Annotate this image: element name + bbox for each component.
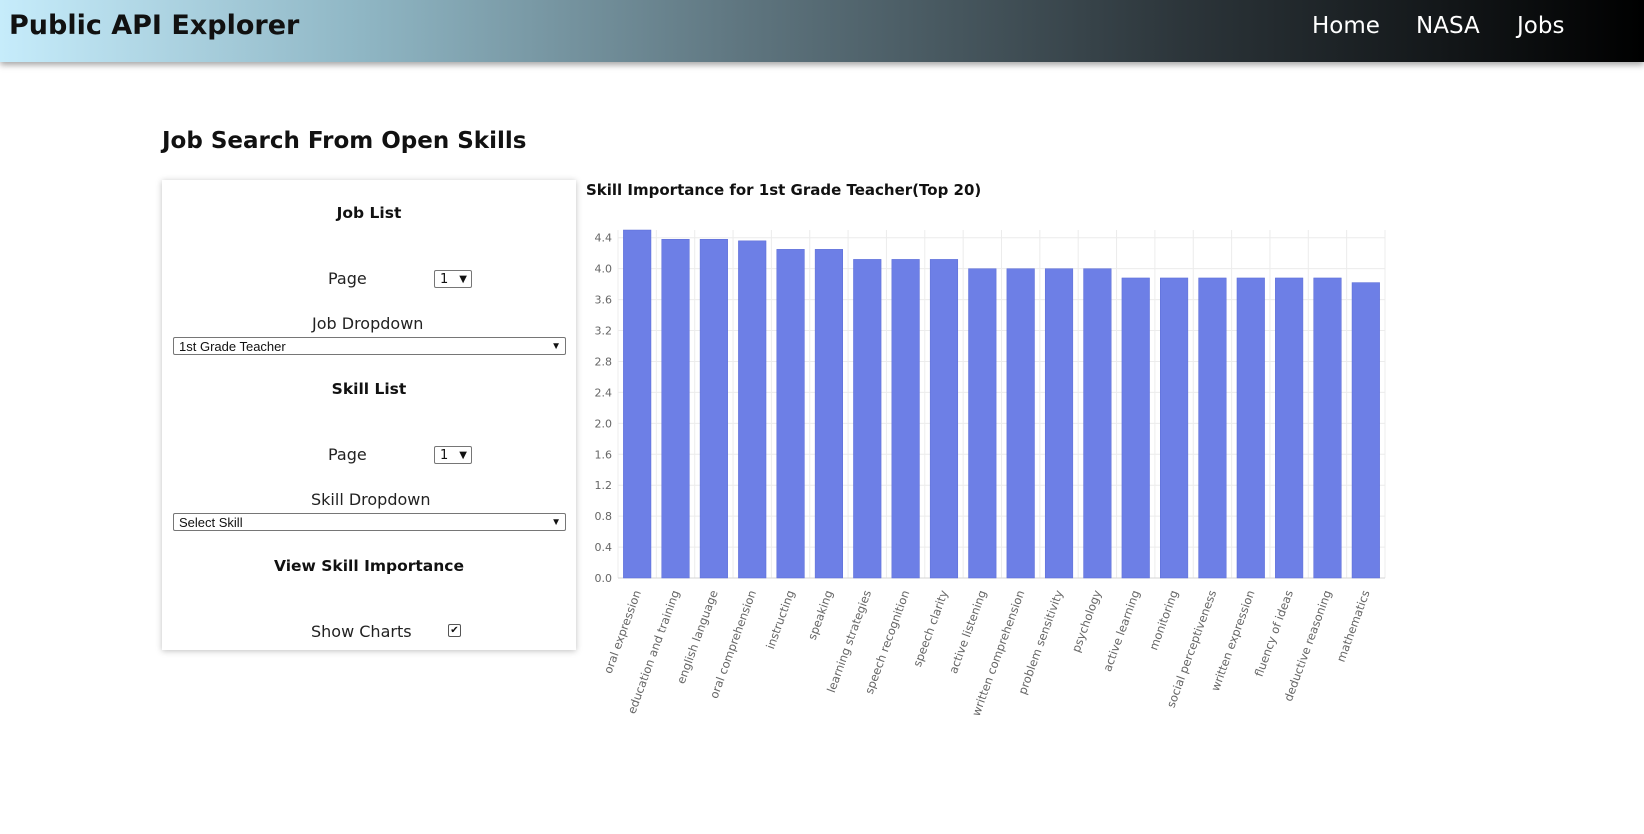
x-tick-label: mathematics <box>1334 588 1373 664</box>
job-list-title: Job List <box>336 204 402 222</box>
bar-6 <box>814 249 843 579</box>
x-tick-label: monitoring <box>1146 588 1181 652</box>
bar-8 <box>891 259 920 579</box>
y-tick-label: 3.2 <box>595 325 613 338</box>
bar-16 <box>1198 277 1227 579</box>
page-title: Job Search From Open Skills <box>162 128 527 154</box>
chevron-down-icon: ▼ <box>459 450 467 461</box>
x-tick-label: written expression <box>1208 588 1258 693</box>
y-tick-label: 1.6 <box>595 448 613 461</box>
y-tick-label: 2.4 <box>595 386 613 399</box>
bar-1 <box>623 229 652 579</box>
x-tick-label: speech clarity <box>910 588 951 669</box>
x-tick-label: english language <box>674 588 721 685</box>
skill-page-value: 1 <box>440 448 449 463</box>
skill-page-label: Page <box>328 445 367 464</box>
bar-14 <box>1121 277 1150 579</box>
x-tick-label: psychology <box>1069 588 1104 654</box>
nav-link-home[interactable]: Home <box>1312 13 1380 39</box>
bar-5 <box>776 249 805 579</box>
skill-importance-bar-chart: 0.0 0.4 0.8 1.2 1.6 2.0 2.4 2.8 3.2 3.6 4.0 4.4 oral… <box>595 229 1386 718</box>
chevron-down-icon: ▼ <box>459 274 467 285</box>
x-tick-label: instructing <box>763 588 797 651</box>
bar-7 <box>853 259 882 579</box>
skill-dropdown-value: Select Skill <box>179 515 243 530</box>
check-icon: ✔ <box>450 625 459 636</box>
bar-15 <box>1160 277 1189 579</box>
skill-dropdown-label: Skill Dropdown <box>311 490 431 509</box>
y-tick-label: 0.4 <box>595 541 613 554</box>
skill-list-title: Skill List <box>331 380 407 398</box>
job-page-value: 1 <box>440 272 449 287</box>
bar-3 <box>699 239 728 579</box>
y-tick-label: 4.4 <box>595 232 613 245</box>
bar-17 <box>1236 277 1265 579</box>
job-dropdown-label: Job Dropdown <box>312 314 424 333</box>
y-tick-label: 4.0 <box>595 263 613 276</box>
x-tick-label: active learning <box>1100 588 1142 673</box>
x-tick-label: oral expression <box>601 588 644 675</box>
show-charts-label: Show Charts <box>311 622 412 641</box>
job-dropdown-select[interactable]: 1st Grade Teacher ▼ <box>173 337 566 355</box>
bar-2 <box>661 239 690 579</box>
bar-19 <box>1313 277 1342 579</box>
nav-link-jobs[interactable]: Jobs <box>1517 13 1564 39</box>
job-page-label: Page <box>328 269 367 288</box>
y-tick-label: 1.2 <box>595 479 613 492</box>
x-tick-label: fluency of ideas <box>1252 588 1296 678</box>
chart-title: Skill Importance for 1st Grade Teacher(T… <box>586 181 982 199</box>
bar-10 <box>968 268 997 579</box>
bar-4 <box>738 240 767 579</box>
bar-12 <box>1044 268 1074 579</box>
top-navbar: Public API Explorer Home NASA Jobs <box>0 0 1644 62</box>
chevron-down-icon: ▼ <box>551 341 561 352</box>
bar-20 <box>1351 282 1380 579</box>
y-tick-label: 2.8 <box>595 355 613 368</box>
y-tick-label: 0.0 <box>595 572 613 585</box>
view-skill-importance-title: View Skill Importance <box>274 557 464 575</box>
bar-18 <box>1275 277 1304 579</box>
bar-11 <box>1006 268 1035 579</box>
skill-page-select[interactable]: 1 ▼ <box>434 446 472 464</box>
brand-title[interactable]: Public API Explorer <box>9 10 299 41</box>
x-tick-label: speaking <box>805 588 836 642</box>
x-tick-label: active listening <box>946 588 989 675</box>
y-tick-label: 2.0 <box>595 417 613 430</box>
bar-9 <box>929 259 959 579</box>
search-panel: Job List Page 1 ▼ Job Dropdown 1st Grade… <box>162 180 576 650</box>
skill-dropdown-select[interactable]: Select Skill ▼ <box>173 513 566 531</box>
job-page-select[interactable]: 1 ▼ <box>434 270 472 288</box>
chevron-down-icon: ▼ <box>551 517 561 528</box>
bar-13 <box>1083 268 1112 579</box>
job-dropdown-value: 1st Grade Teacher <box>179 339 286 354</box>
y-tick-label: 0.8 <box>595 510 613 523</box>
nav-link-nasa[interactable]: NASA <box>1416 13 1480 39</box>
y-tick-label: 3.6 <box>595 294 613 307</box>
show-charts-checkbox[interactable]: ✔ <box>448 624 461 637</box>
